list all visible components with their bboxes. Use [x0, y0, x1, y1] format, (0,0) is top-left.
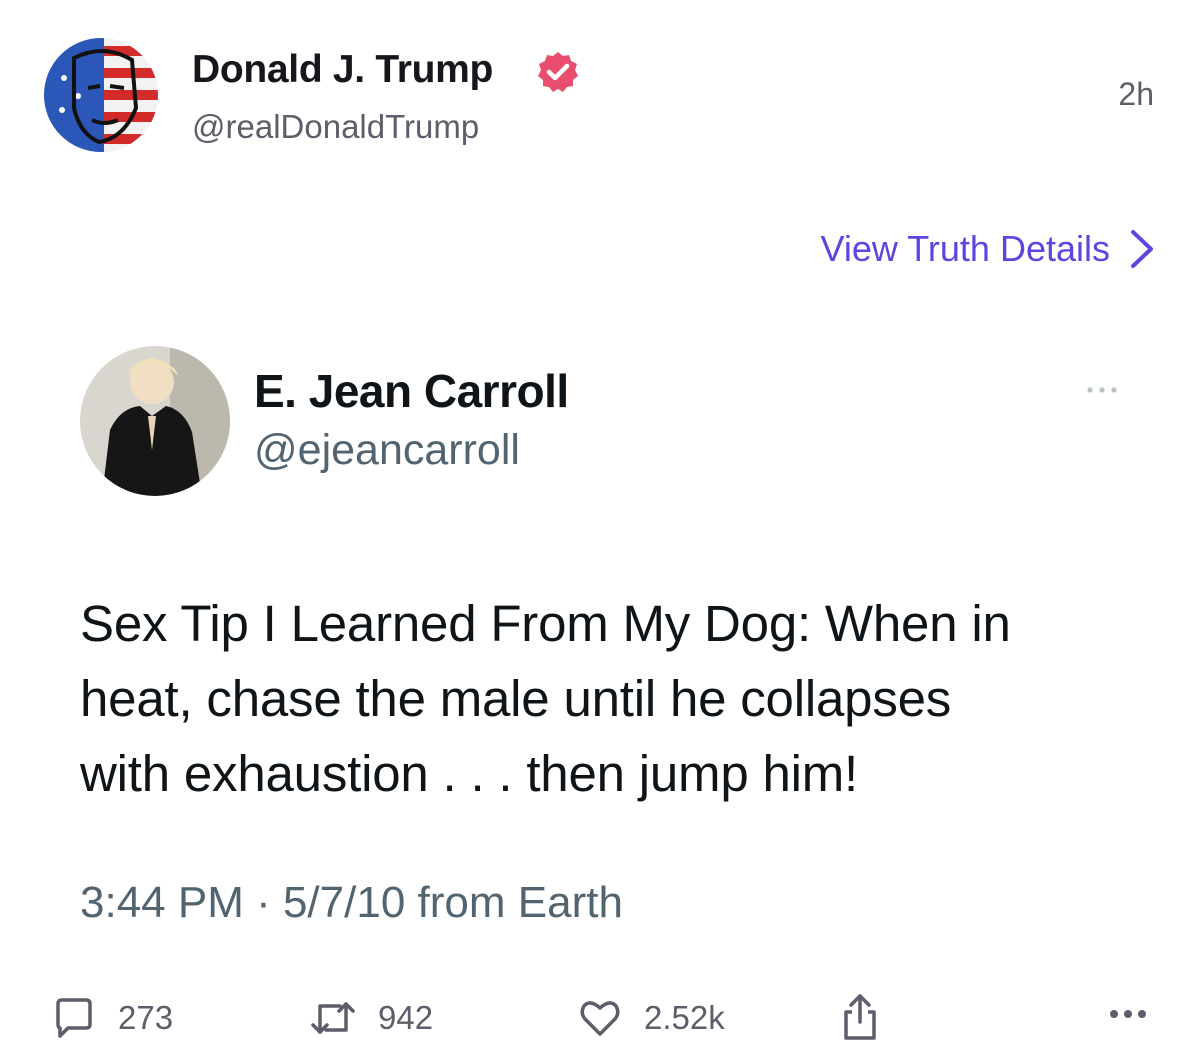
share-icon [844, 994, 876, 1040]
chevron-right-icon [1131, 230, 1153, 268]
share-button[interactable] [838, 992, 882, 1042]
retruth-count: 942 [378, 999, 434, 1036]
embedded-text-line: heat, chase the male until he collapses [80, 670, 952, 727]
view-truth-details-link[interactable]: View Truth Details [821, 228, 1156, 270]
more-options-button[interactable] [1108, 1008, 1148, 1020]
heart-icon [580, 1001, 620, 1036]
embedded-name: E. Jean Carroll [254, 365, 569, 417]
author-handle[interactable]: @realDonaldTrump [192, 108, 479, 146]
reply-count: 273 [118, 999, 174, 1036]
view-truth-details-label: View Truth Details [820, 228, 1110, 269]
embedded-text-line: Sex Tip I Learned From My Dog: When in [80, 595, 1011, 652]
reply-button[interactable]: 273 [52, 996, 173, 1040]
more-dots-icon [1110, 1010, 1146, 1018]
retruth-button[interactable]: 942 [310, 996, 433, 1040]
author-avatar[interactable] [44, 38, 158, 152]
more-dots-icon [1087, 387, 1117, 393]
author-name[interactable]: Donald J. Trump [192, 48, 493, 92]
embedded-text-line: with exhaustion . . . then jump him! [80, 745, 859, 802]
repost-arrows-icon [311, 1002, 355, 1034]
post-timestamp: 2h [1118, 76, 1154, 112]
embedded-avatar [80, 346, 230, 496]
speech-bubble-icon [56, 998, 92, 1038]
embedded-text: Sex Tip I Learned From My Dog: When in h… [80, 586, 1140, 811]
like-count: 2.52k [644, 999, 725, 1036]
embedded-meta: 3:44 PM · 5/7/10 from Earth [80, 878, 623, 927]
action-bar: 273 942 2.52k [0, 990, 1200, 1050]
embedded-handle: @ejeancarroll [254, 426, 520, 474]
verified-badge-icon [538, 52, 578, 92]
like-button[interactable]: 2.52k [578, 996, 725, 1040]
